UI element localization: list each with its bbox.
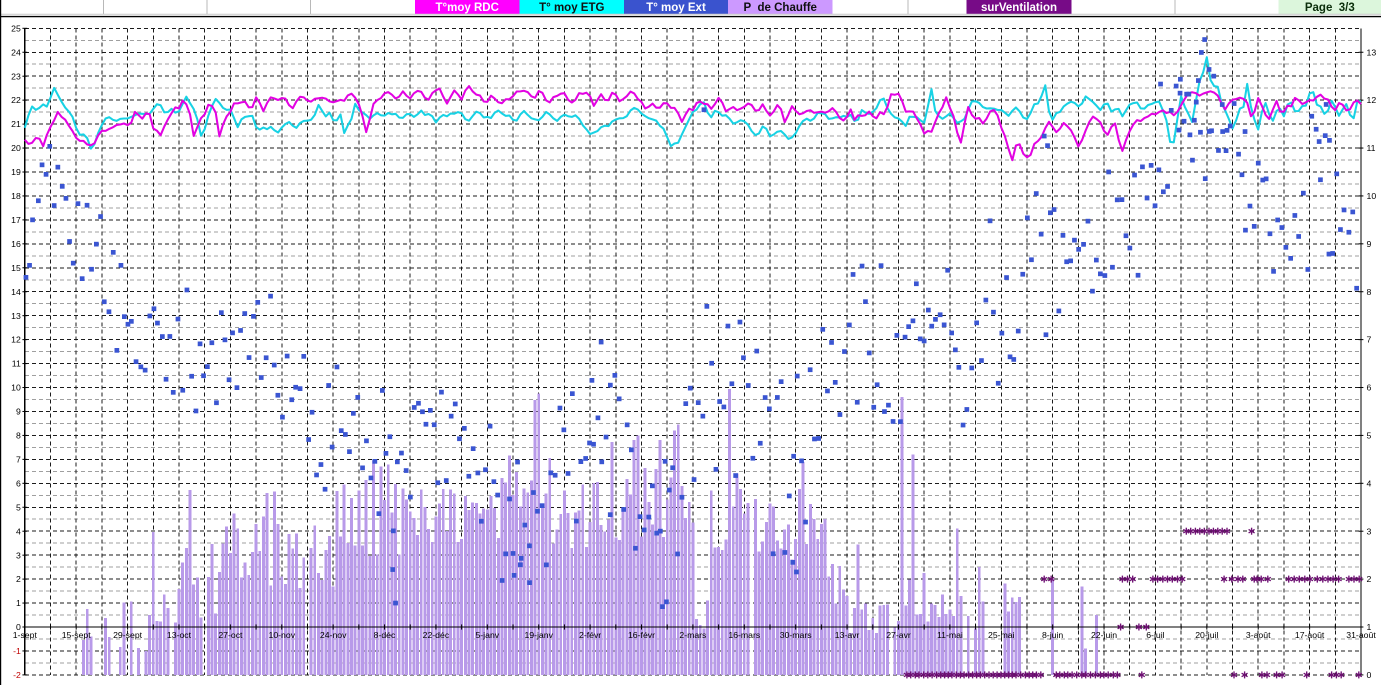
svg-text:24: 24 (11, 47, 21, 57)
svg-text:Page 3/3: Page 3/3 (1305, 2, 1355, 14)
svg-text:12: 12 (1367, 95, 1377, 105)
svg-text:2: 2 (16, 574, 21, 584)
svg-text:surVentilation: surVentilation (981, 2, 1057, 14)
svg-text:8: 8 (16, 431, 21, 441)
svg-text:20-juil: 20-juil (1195, 630, 1218, 640)
svg-text:29-sept: 29-sept (113, 630, 143, 640)
svg-text:22: 22 (11, 95, 21, 105)
svg-text:5: 5 (16, 502, 21, 512)
svg-text:7: 7 (1367, 335, 1372, 345)
svg-text:T° moy ETG: T° moy ETG (539, 2, 604, 14)
svg-text:13: 13 (1367, 47, 1377, 57)
svg-text:11-mai: 11-mai (937, 630, 963, 640)
svg-text:2-mars: 2-mars (679, 630, 707, 640)
svg-text:T° moy Ext: T° moy Ext (646, 2, 706, 14)
svg-text:27-avr: 27-avr (886, 630, 911, 640)
svg-text:10: 10 (1367, 191, 1377, 201)
svg-text:13-oct: 13-oct (167, 630, 192, 640)
svg-text:6: 6 (16, 478, 21, 488)
svg-text:11: 11 (12, 359, 21, 369)
svg-text:10: 10 (11, 383, 21, 393)
svg-text:13: 13 (11, 311, 21, 321)
svg-text:-2: -2 (13, 670, 21, 680)
svg-text:25-mai: 25-mai (988, 630, 1015, 640)
svg-text:22-juin: 22-juin (1091, 630, 1117, 640)
svg-text:0: 0 (1367, 670, 1372, 680)
svg-text:18: 18 (11, 191, 21, 201)
svg-text:2: 2 (1367, 574, 1372, 584)
svg-text:4: 4 (1367, 478, 1372, 488)
svg-text:20: 20 (11, 143, 21, 153)
svg-text:12: 12 (11, 335, 21, 345)
svg-text:1: 1 (16, 598, 21, 608)
svg-text:24-nov: 24-nov (320, 630, 347, 640)
svg-text:15-sept: 15-sept (62, 630, 92, 640)
svg-text:21: 21 (11, 119, 21, 129)
svg-text:23: 23 (11, 71, 21, 81)
svg-text:3: 3 (1367, 526, 1372, 536)
svg-text:5: 5 (1367, 431, 1372, 441)
svg-text:10-nov: 10-nov (269, 630, 296, 640)
svg-text:P de Chauffe: P de Chauffe (743, 2, 816, 14)
svg-text:16-févr: 16-févr (628, 630, 655, 640)
svg-text:8: 8 (1367, 287, 1372, 297)
svg-text:30-mars: 30-mars (780, 630, 813, 640)
svg-text:4: 4 (16, 526, 21, 536)
svg-text:22-déc: 22-déc (423, 630, 450, 640)
svg-text:5-janv: 5-janv (475, 630, 499, 640)
svg-text:9: 9 (1367, 239, 1372, 249)
svg-text:T°moy RDC: T°moy RDC (436, 2, 499, 14)
svg-text:31-août: 31-août (1346, 630, 1376, 640)
svg-text:13-avr: 13-avr (835, 630, 860, 640)
svg-text:8-déc: 8-déc (374, 630, 396, 640)
svg-text:2-févr: 2-févr (579, 630, 601, 640)
svg-text:1-sept: 1-sept (13, 630, 38, 640)
svg-text:11: 11 (1367, 143, 1376, 153)
svg-text:14: 14 (11, 287, 21, 297)
svg-text:27-oct: 27-oct (218, 630, 243, 640)
svg-text:9: 9 (16, 407, 21, 417)
svg-text:7: 7 (16, 454, 21, 464)
svg-text:16-mars: 16-mars (728, 630, 761, 640)
svg-text:3-août: 3-août (1246, 630, 1271, 640)
svg-text:-1: -1 (13, 646, 21, 656)
svg-text:17-août: 17-août (1295, 630, 1325, 640)
svg-text:19: 19 (11, 167, 21, 177)
svg-text:16: 16 (11, 239, 21, 249)
svg-text:6-juil: 6-juil (1146, 630, 1164, 640)
svg-text:6: 6 (1367, 383, 1372, 393)
svg-text:25: 25 (11, 23, 21, 33)
svg-text:3: 3 (16, 550, 21, 560)
svg-text:8-juin: 8-juin (1042, 630, 1063, 640)
svg-text:17: 17 (11, 215, 21, 225)
svg-text:19-janv: 19-janv (524, 630, 553, 640)
svg-text:15: 15 (11, 263, 21, 273)
